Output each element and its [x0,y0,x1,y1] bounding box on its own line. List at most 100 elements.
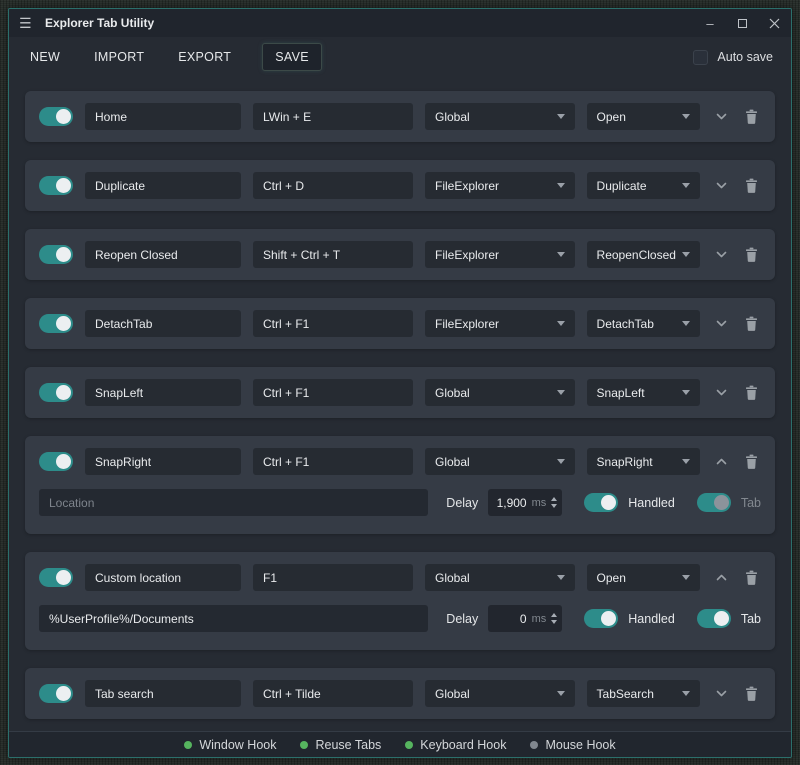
status-dot [300,741,308,749]
menu-icon[interactable]: ☰ [19,15,41,32]
autosave-checkbox[interactable] [693,50,708,65]
action-value: Open [597,571,682,585]
delete-button[interactable] [742,245,761,265]
import-button[interactable]: IMPORT [91,43,147,71]
scope-select[interactable]: Global [425,448,575,475]
status-label: Keyboard Hook [420,738,506,752]
toggle-knob [601,495,616,510]
enabled-toggle[interactable] [39,452,73,471]
location-input[interactable] [39,489,428,516]
enabled-toggle[interactable] [39,245,73,264]
tab-toggle[interactable] [697,493,731,512]
action-select[interactable]: Duplicate [587,172,700,199]
scope-select[interactable]: Global [425,680,575,707]
enabled-toggle[interactable] [39,107,73,126]
handled-toggle[interactable] [584,493,618,512]
delete-button[interactable] [742,568,761,588]
toggle-knob [56,385,71,400]
status-dot [530,741,538,749]
export-button[interactable]: EXPORT [175,43,234,71]
delay-value: 0 [496,612,526,626]
hotkey-input[interactable] [253,448,413,475]
action-select[interactable]: SnapLeft [587,379,700,406]
enabled-toggle[interactable] [39,684,73,703]
hotkey-row: Global SnapLeft [25,367,775,418]
hotkey-input[interactable] [253,564,413,591]
delete-button[interactable] [742,684,761,704]
name-input[interactable] [85,564,241,591]
delete-button[interactable] [742,383,761,403]
scope-select[interactable]: FileExplorer [425,172,575,199]
minimize-button[interactable]: – [703,16,717,30]
name-input[interactable] [85,241,241,268]
spin-down-icon[interactable] [551,620,557,624]
hotkey-input[interactable] [253,680,413,707]
spin-down-icon[interactable] [551,504,557,508]
hotkey-input[interactable] [253,241,413,268]
scope-select[interactable]: FileExplorer [425,241,575,268]
delete-button[interactable] [742,314,761,334]
action-select[interactable]: DetachTab [587,310,700,337]
hotkey-input[interactable] [253,310,413,337]
chevron-down-icon [557,691,565,696]
scope-value: Global [435,455,557,469]
delete-button[interactable] [742,452,761,472]
chevron-down-icon [557,390,565,395]
action-select[interactable]: ReopenClosed [587,241,700,268]
name-input[interactable] [85,448,241,475]
maximize-icon [738,19,747,28]
toggle-knob [56,247,71,262]
expand-toggle-button[interactable] [712,452,731,472]
close-button[interactable] [767,16,781,30]
scope-select[interactable]: FileExplorer [425,310,575,337]
expand-toggle-button[interactable] [712,107,731,127]
expand-toggle-button[interactable] [712,245,731,265]
delay-input[interactable]: 1,900 ms [488,489,562,516]
hotkey-input[interactable] [253,172,413,199]
tab-toggle[interactable] [697,609,731,628]
scope-select[interactable]: Global [425,379,575,406]
handled-toggle[interactable] [584,609,618,628]
expand-toggle-button[interactable] [712,176,731,196]
scope-select[interactable]: Global [425,103,575,130]
delay-spinner[interactable] [551,613,557,624]
hotkey-input[interactable] [253,379,413,406]
name-input[interactable] [85,680,241,707]
action-value: ReopenClosed [597,248,682,262]
new-button[interactable]: NEW [27,43,63,71]
expand-toggle-button[interactable] [712,568,731,588]
status-dot [405,741,413,749]
enabled-toggle[interactable] [39,383,73,402]
delay-spinner[interactable] [551,497,557,508]
expand-toggle-button[interactable] [712,314,731,334]
trash-icon [745,454,758,469]
name-input[interactable] [85,103,241,130]
window-controls: – [703,16,781,30]
location-input[interactable] [39,605,428,632]
name-input[interactable] [85,310,241,337]
action-select[interactable]: Open [587,103,700,130]
spin-up-icon[interactable] [551,497,557,501]
delete-button[interactable] [742,107,761,127]
autosave-group: Auto save [693,50,773,65]
name-input[interactable] [85,379,241,406]
hotkey-input[interactable] [253,103,413,130]
save-button[interactable]: SAVE [262,43,322,71]
scope-select[interactable]: Global [425,564,575,591]
expand-toggle-button[interactable] [712,383,731,403]
expand-toggle-button[interactable] [712,684,731,704]
maximize-button[interactable] [735,16,749,30]
enabled-toggle[interactable] [39,568,73,587]
tab-label: Tab [741,496,761,510]
chevron-down-icon [557,321,565,326]
enabled-toggle[interactable] [39,314,73,333]
delete-button[interactable] [742,176,761,196]
spin-up-icon[interactable] [551,613,557,617]
chevron-down-icon [682,691,690,696]
name-input[interactable] [85,172,241,199]
action-select[interactable]: TabSearch [587,680,700,707]
enabled-toggle[interactable] [39,176,73,195]
action-select[interactable]: SnapRight [587,448,700,475]
action-select[interactable]: Open [587,564,700,591]
delay-input[interactable]: 0 ms [488,605,562,632]
